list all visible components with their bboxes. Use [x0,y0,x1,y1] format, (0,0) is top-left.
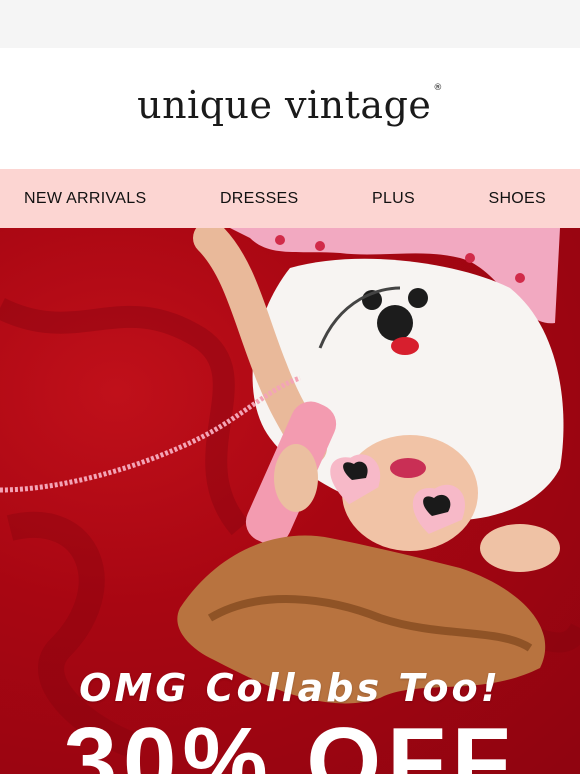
nav-item-plus[interactable]: PLUS [372,190,415,208]
hero-banner[interactable]: OMG Collabs Too! 30% OFF [0,228,580,774]
hero-tagline: OMG Collabs Too! [79,666,501,710]
main-nav: NEW ARRIVALS DRESSES PLUS SHOES [0,169,580,228]
registered-mark: ® [433,82,443,93]
email-header: unique vintage ® [0,48,580,169]
brand-logo-text: unique vintage [137,82,432,127]
nav-item-dresses[interactable]: DRESSES [220,190,299,208]
top-spacer-bar [0,0,580,48]
nav-item-shoes[interactable]: SHOES [488,190,546,208]
brand-logo[interactable]: unique vintage ® [137,83,443,127]
hero-offer: 30% OFF [63,708,517,774]
nav-item-new-arrivals[interactable]: NEW ARRIVALS [24,190,146,208]
